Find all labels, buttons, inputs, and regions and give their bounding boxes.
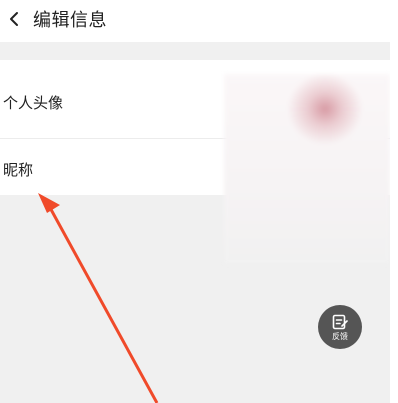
red-arrow-icon (38, 193, 159, 403)
page: 编辑信息 个人头像 昵称 反馈 (0, 0, 398, 403)
